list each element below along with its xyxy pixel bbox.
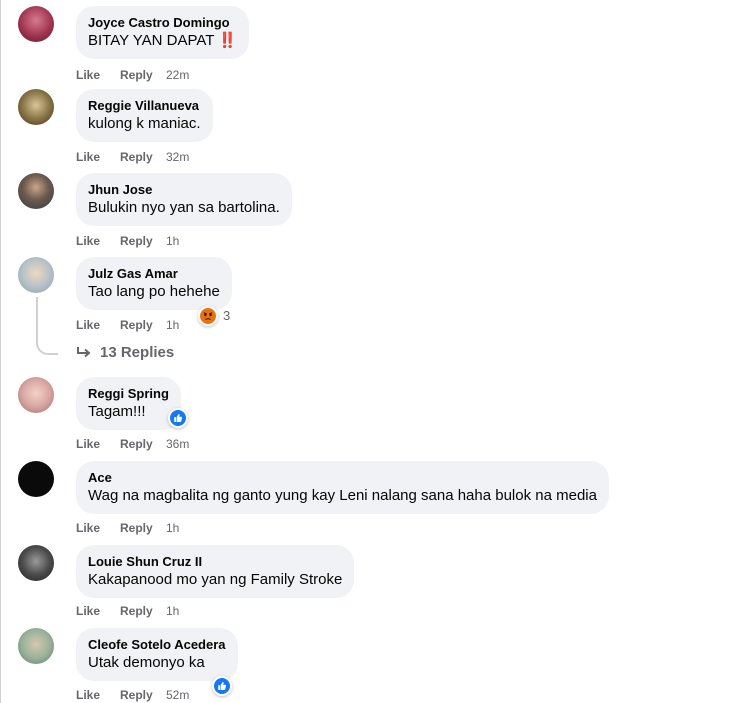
avatar[interactable] <box>18 545 54 581</box>
comment-author[interactable]: Louie Shun Cruz II <box>88 553 342 570</box>
reply-button[interactable]: Reply <box>120 437 166 451</box>
comment-actions: Like Reply 22m <box>76 68 189 82</box>
like-button[interactable]: Like <box>76 318 120 332</box>
comment-author[interactable]: Ace <box>88 469 597 486</box>
comment-text: Tao lang po hehehe <box>88 283 220 300</box>
comment-timestamp[interactable]: 52m <box>166 688 189 702</box>
comment-text: Utak demonyo ka <box>88 654 205 671</box>
comment-actions: Like Reply 32m <box>76 150 189 164</box>
angry-icon[interactable] <box>198 306 218 326</box>
comment-bubble: Reggie Villanueva kulong k maniac. <box>76 89 213 142</box>
avatar[interactable] <box>18 89 54 125</box>
comment-actions: Like Reply 1h <box>76 234 179 248</box>
comment-author[interactable]: Joyce Castro Domingo <box>88 14 237 31</box>
comment-bubble: Cleofe Sotelo Acedera Utak demonyo ka <box>76 628 238 681</box>
like-button[interactable]: Like <box>76 688 120 702</box>
double-exclamation-icon: ‼️ <box>218 32 238 49</box>
reply-button[interactable]: Reply <box>120 68 166 82</box>
comment-author[interactable]: Cleofe Sotelo Acedera <box>88 636 226 653</box>
comment-actions: Like Reply 1h <box>76 604 179 618</box>
comment-author[interactable]: Reggi Spring <box>88 385 169 402</box>
like-button[interactable]: Like <box>76 437 120 451</box>
comment-bubble: Reggi Spring Tagam!!! <box>76 377 181 430</box>
comment-text: Wag na magbalita ng ganto yung kay Leni … <box>88 487 597 504</box>
like-button[interactable]: Like <box>76 604 120 618</box>
comment-text: Bulukin nyo yan sa bartolina. <box>88 199 280 216</box>
comment-timestamp[interactable]: 1h <box>166 234 179 248</box>
comment-timestamp[interactable]: 1h <box>166 318 179 332</box>
replies-count-label: 13 Replies <box>100 344 175 361</box>
reply-button[interactable]: Reply <box>120 234 166 248</box>
avatar[interactable] <box>18 257 54 293</box>
comment-timestamp[interactable]: 1h <box>166 521 179 535</box>
avatar[interactable] <box>18 6 54 42</box>
thread-connector <box>36 339 58 355</box>
comment-author[interactable]: Jhun Jose <box>88 181 280 198</box>
view-replies-link[interactable]: 13 Replies <box>76 344 174 361</box>
comment-timestamp[interactable]: 36m <box>166 437 189 451</box>
avatar[interactable] <box>18 628 54 664</box>
reply-button[interactable]: Reply <box>120 318 166 332</box>
comment-bubble: Julz Gas Amar Tao lang po hehehe <box>76 257 232 310</box>
comment-bubble: Ace Wag na magbalita ng ganto yung kay L… <box>76 461 609 514</box>
comment-text: BITAY YAN DAPAT ‼️ <box>88 32 238 49</box>
comment-bubble: Joyce Castro Domingo BITAY YAN DAPAT ‼️ <box>76 6 250 59</box>
avatar[interactable] <box>18 377 54 413</box>
reply-button[interactable]: Reply <box>120 604 166 618</box>
comment-timestamp[interactable]: 32m <box>166 150 189 164</box>
comment-author[interactable]: Julz Gas Amar <box>88 265 220 282</box>
reply-button[interactable]: Reply <box>120 688 166 702</box>
thread-line <box>36 297 38 341</box>
comment-text: Tagam!!! <box>88 403 146 420</box>
comment-author[interactable]: Reggie Villanueva <box>88 97 201 114</box>
like-button[interactable]: Like <box>76 521 120 535</box>
avatar[interactable] <box>18 461 54 497</box>
comment-actions: Like Reply 1h <box>76 318 179 332</box>
reply-button[interactable]: Reply <box>120 521 166 535</box>
like-button[interactable]: Like <box>76 234 120 248</box>
panel-border <box>0 0 1 703</box>
comment-actions: Like Reply 52m <box>76 688 189 702</box>
comment-text: kulong k maniac. <box>88 115 201 132</box>
comment-actions: Like Reply 1h <box>76 521 179 535</box>
reply-arrow-icon <box>77 346 91 357</box>
like-icon[interactable] <box>212 676 232 696</box>
like-button[interactable]: Like <box>76 150 120 164</box>
like-icon[interactable] <box>168 408 188 428</box>
comment-timestamp[interactable]: 1h <box>166 604 179 618</box>
like-button[interactable]: Like <box>76 68 120 82</box>
comment-bubble: Louie Shun Cruz II Kakapanood mo yan ng … <box>76 545 355 598</box>
avatar[interactable] <box>18 173 54 209</box>
comment-text: Kakapanood mo yan ng Family Stroke <box>88 571 343 588</box>
comment-actions: Like Reply 36m <box>76 437 189 451</box>
comment-timestamp[interactable]: 22m <box>166 68 189 82</box>
reaction-count[interactable]: 3 <box>223 308 230 323</box>
comment-bubble: Jhun Jose Bulukin nyo yan sa bartolina. <box>76 173 292 226</box>
reply-button[interactable]: Reply <box>120 150 166 164</box>
